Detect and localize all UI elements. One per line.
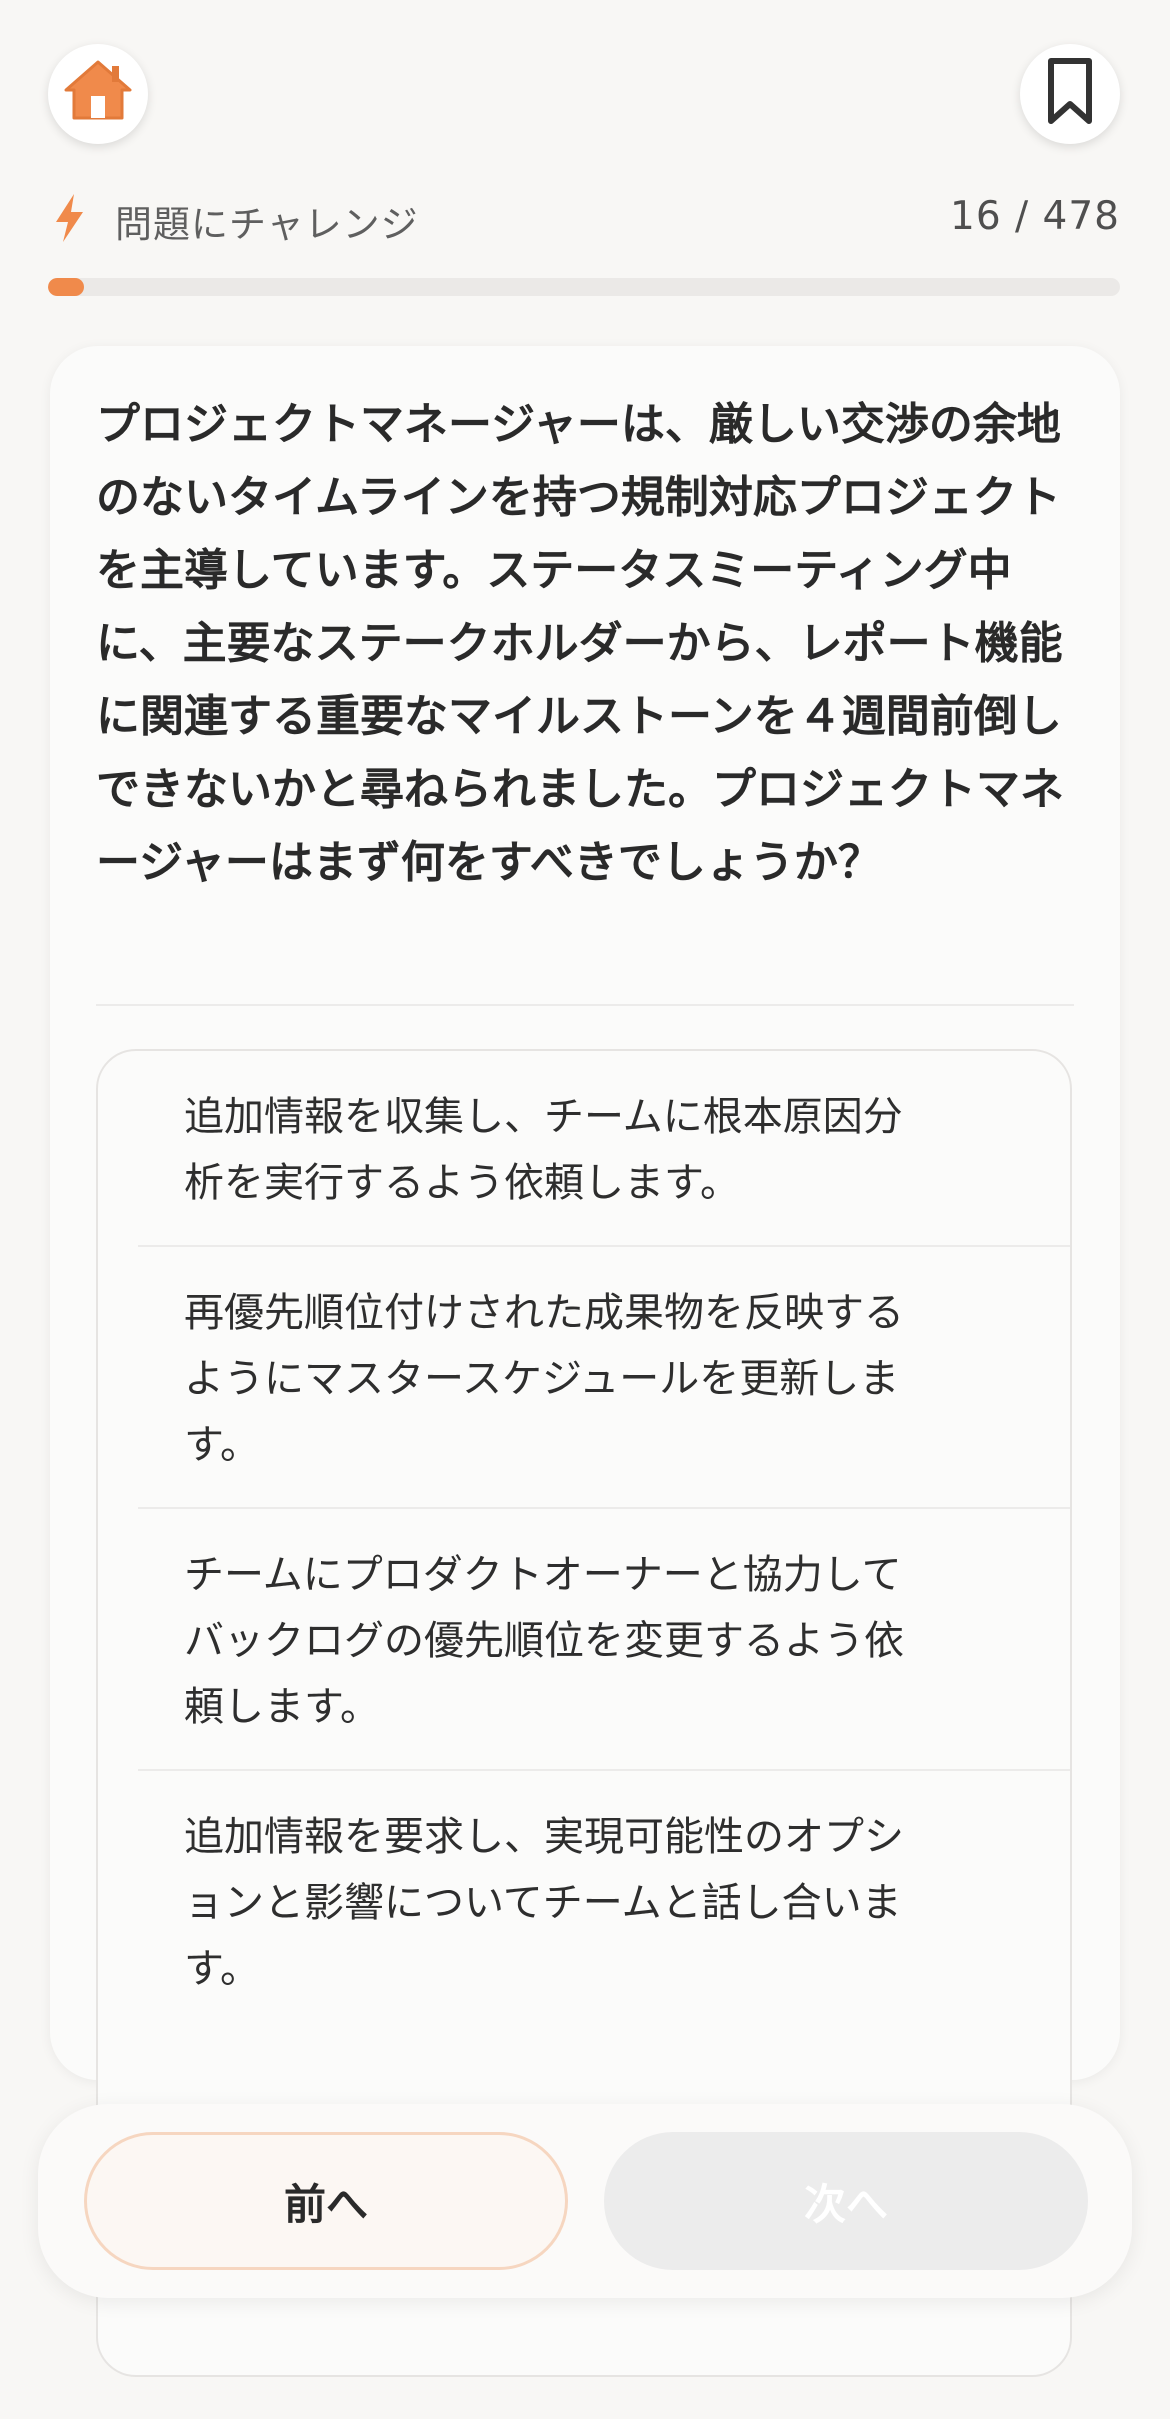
answer-option-1[interactable]: 追加情報を収集し、チームに根本原因分析を実行するよう依頼します。	[138, 1051, 1070, 1245]
answer-option-text: 追加情報を収集し、チームに根本原因分析を実行するよう依頼します。	[184, 1094, 903, 1206]
question-counter: 16 / 478	[950, 194, 1120, 239]
home-button[interactable]	[48, 44, 148, 144]
lightning-bolt-icon	[52, 192, 86, 248]
answer-option-text: 再優先順位付けされた成果物を反映するようにマスタースケジュールを更新します。	[184, 1290, 904, 1468]
progress-header: 問題にチャレンジ 16 / 478	[48, 188, 1120, 248]
progress-bar-fill	[48, 278, 84, 296]
question-text: プロジェクトマネージャーは、厳しい交渉の余地のないタイムラインを持つ規制対応プロ…	[96, 399, 1064, 888]
answer-option-text: 追加情報を要求し、実現可能性のオプションと影響についてチームと話し合います。	[184, 1814, 904, 1992]
divider	[96, 1004, 1074, 1006]
question-card: プロジェクトマネージャーは、厳しい交渉の余地のないタイムラインを持つ規制対応プロ…	[50, 346, 1120, 2377]
answer-option-3[interactable]: チームにプロダクトオーナーと協力してバックログの優先順位を変更するよう依頼します…	[138, 1507, 1070, 1769]
next-button[interactable]: 次へ	[604, 2132, 1088, 2270]
answer-option-text: チームにプロダクトオーナーと協力してバックログの優先順位を変更するよう依頼します…	[184, 1552, 904, 1730]
bookmark-button[interactable]	[1020, 44, 1120, 144]
progress-bar	[48, 278, 1120, 296]
answer-option-4[interactable]: 追加情報を要求し、実現可能性のオプションと影響についてチームと話し合います。	[138, 1769, 1070, 2031]
mode-label: 問題にチャレンジ	[115, 203, 419, 246]
bookmark-icon	[1044, 57, 1096, 131]
home-icon	[62, 56, 134, 132]
previous-button[interactable]: 前へ	[84, 2132, 568, 2270]
answer-option-2[interactable]: 再優先順位付けされた成果物を反映するようにマスタースケジュールを更新します。	[138, 1245, 1070, 1507]
navigation-footer: 前へ 次へ	[38, 2104, 1132, 2298]
